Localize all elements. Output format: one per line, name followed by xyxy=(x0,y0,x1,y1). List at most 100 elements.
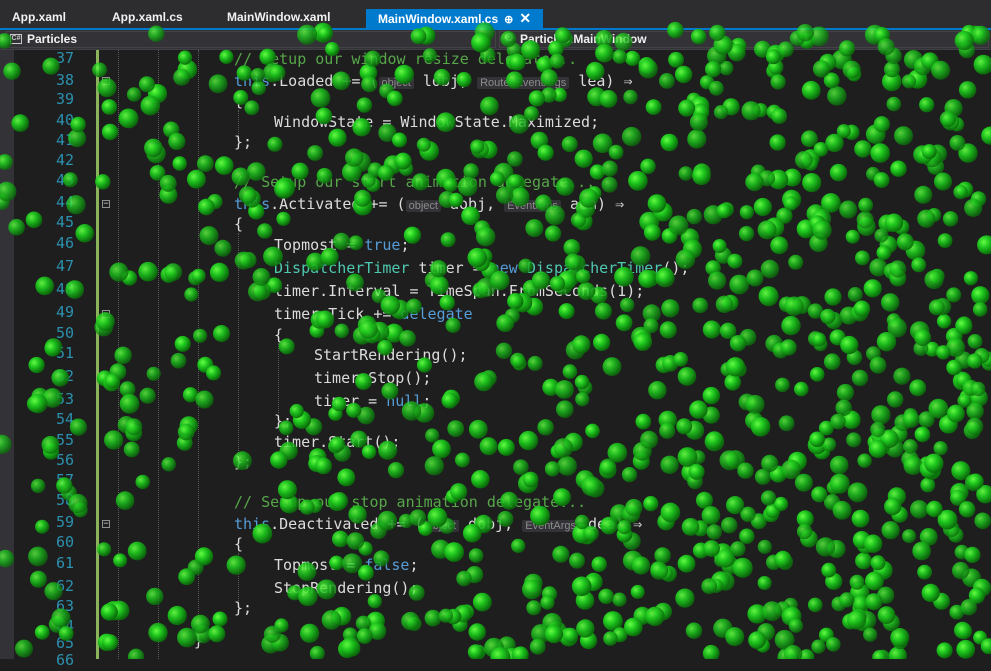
line-number: 39 xyxy=(55,90,74,108)
code-text: timer.Tick += xyxy=(274,305,401,323)
close-icon[interactable]: ✕ xyxy=(519,10,531,26)
line-number: 41 xyxy=(55,131,74,149)
code-comment: // Setup our window resize delegate... xyxy=(234,50,578,68)
code-line: { xyxy=(234,535,244,553)
code-text: Topmost = xyxy=(274,556,365,574)
inlay-hint: EventArgs xyxy=(522,520,579,532)
code-line: StartRendering(); xyxy=(314,346,468,364)
line-number: 55 xyxy=(55,431,74,449)
document-tab-bar: App.xaml App.xaml.cs MainWindow.xaml Mai… xyxy=(0,0,991,28)
inlay-hint: EventArgs xyxy=(504,200,561,212)
line-number: 62 xyxy=(55,577,74,595)
code-text: lobj, xyxy=(413,72,478,90)
line-number: 42 xyxy=(55,151,74,169)
code-keyword: true xyxy=(364,236,401,254)
indent-guide xyxy=(238,233,239,455)
code-line: Topmost = false; xyxy=(274,554,419,576)
code-text: .Activated += ( xyxy=(270,195,406,213)
line-number: 66 xyxy=(55,651,74,669)
code-line: timer.Start(); xyxy=(274,433,401,451)
member-name: Particles.MainWindow xyxy=(520,32,647,46)
collapse-icon[interactable]: − xyxy=(102,520,110,529)
editor-left-margin xyxy=(0,50,14,659)
line-number: 52 xyxy=(55,367,74,385)
chevron-down-icon: ▼ xyxy=(975,34,984,44)
code-text: timer = xyxy=(409,259,491,277)
code-keyword: this xyxy=(234,515,271,533)
line-number: 49 xyxy=(55,303,74,321)
code-line: WindowState = WindowState.Maximized; xyxy=(274,113,600,131)
code-line: StopRendering(); xyxy=(274,579,419,597)
project-name: Particles xyxy=(27,32,78,46)
line-number: 48 xyxy=(55,280,74,298)
member-dropdown[interactable]: ⚙ Particles.MainWindow ▼ xyxy=(499,31,989,48)
line-number: 37 xyxy=(55,49,74,67)
code-type: DispatcherTimer xyxy=(517,259,663,277)
code-text: .Loaded += ( xyxy=(270,72,379,90)
line-number: 40 xyxy=(55,111,74,129)
code-line: timer = null; xyxy=(314,390,431,412)
inlay-hint: object xyxy=(378,77,414,89)
code-keyword: false xyxy=(364,556,410,574)
line-number: 61 xyxy=(55,554,74,572)
tab-label: MainWindow.xaml xyxy=(227,10,331,24)
indent-guide xyxy=(118,50,119,659)
tab-mainwindow-xaml-cs[interactable]: MainWindow.xaml.cs ⊕ ✕ xyxy=(366,9,544,28)
inlay-hint: RoutedEventArgs xyxy=(477,77,570,89)
inlay-hint: object xyxy=(423,520,460,532)
code-keyword: this xyxy=(234,195,271,213)
class-icon: ⚙ xyxy=(504,32,514,44)
code-text: .Deactivated += ( xyxy=(270,515,424,533)
line-number: 44 xyxy=(55,193,74,211)
code-line: }; xyxy=(234,453,253,471)
code-text: ; xyxy=(422,392,432,410)
line-number: 46 xyxy=(55,234,74,252)
line-number: 59 xyxy=(55,513,74,531)
csharp-project-icon: C# xyxy=(10,34,22,44)
code-line: Topmost = true; xyxy=(274,234,409,256)
line-number: 57 xyxy=(55,471,74,489)
tab-label: App.xaml xyxy=(12,10,67,24)
code-keyword: delegate xyxy=(400,305,473,323)
inlay-hint: object xyxy=(405,200,441,212)
code-text: ; xyxy=(409,556,419,574)
code-line: }; xyxy=(234,133,253,151)
chevron-down-icon: ▼ xyxy=(482,34,491,44)
tab-app-xaml-cs[interactable]: App.xaml.cs xyxy=(100,7,195,28)
navigation-bar: C# Particles ▼ ⚙ Particles.MainWindow ▼ xyxy=(0,30,991,50)
code-line: { xyxy=(274,326,284,344)
collapse-icon[interactable]: − xyxy=(102,310,110,319)
project-dropdown[interactable]: C# Particles ▼ xyxy=(6,31,496,48)
code-line: timer.Tick += delegate xyxy=(274,303,473,325)
code-text: Topmost = xyxy=(274,236,365,254)
code-comment: // Setup our stop animation delegate... xyxy=(234,493,587,511)
line-number: 43 xyxy=(55,171,74,189)
collapse-icon[interactable]: − xyxy=(102,200,110,209)
code-keyword: this xyxy=(234,72,271,90)
tab-mainwindow-xaml[interactable]: MainWindow.xaml xyxy=(215,7,342,28)
code-line: this.Activated += (object aobj, EventArg… xyxy=(234,193,624,217)
code-text: dea) ⇒ xyxy=(578,515,643,533)
tab-label: App.xaml.cs xyxy=(112,10,183,24)
code-line: timer.Interval = TimeSpan.FromSeconds(1)… xyxy=(274,282,645,300)
code-line: { xyxy=(234,215,244,233)
code-text: ; xyxy=(400,236,410,254)
code-editor[interactable]: 37 38 39 40 41 42 43 44 45 46 47 48 49 50 51 52 53 54 55 56… xyxy=(0,49,991,669)
line-number: 47 xyxy=(55,257,74,275)
code-comment: // Setup our start animation delegate... xyxy=(234,173,596,191)
collapse-icon[interactable]: − xyxy=(102,77,110,86)
code-text: aobj, xyxy=(440,195,505,213)
code-line: DispatcherTimer timer = new DispatcherTi… xyxy=(274,257,689,279)
code-text: lea) ⇒ xyxy=(569,72,633,90)
line-number: 54 xyxy=(55,410,74,428)
line-number: 51 xyxy=(55,344,74,362)
tab-label: MainWindow.xaml.cs xyxy=(378,12,499,26)
indent-guide xyxy=(158,50,159,659)
code-keyword: null xyxy=(386,392,423,410)
pin-icon[interactable]: ⊕ xyxy=(504,14,513,26)
code-line: this.Deactivated += (object dobj, EventA… xyxy=(234,513,642,537)
code-keyword: new xyxy=(490,259,518,277)
code-line: this.Loaded += (object lobj, RoutedEvent… xyxy=(234,70,633,94)
code-line: { xyxy=(234,92,244,110)
tab-app-xaml[interactable]: App.xaml xyxy=(0,7,78,28)
